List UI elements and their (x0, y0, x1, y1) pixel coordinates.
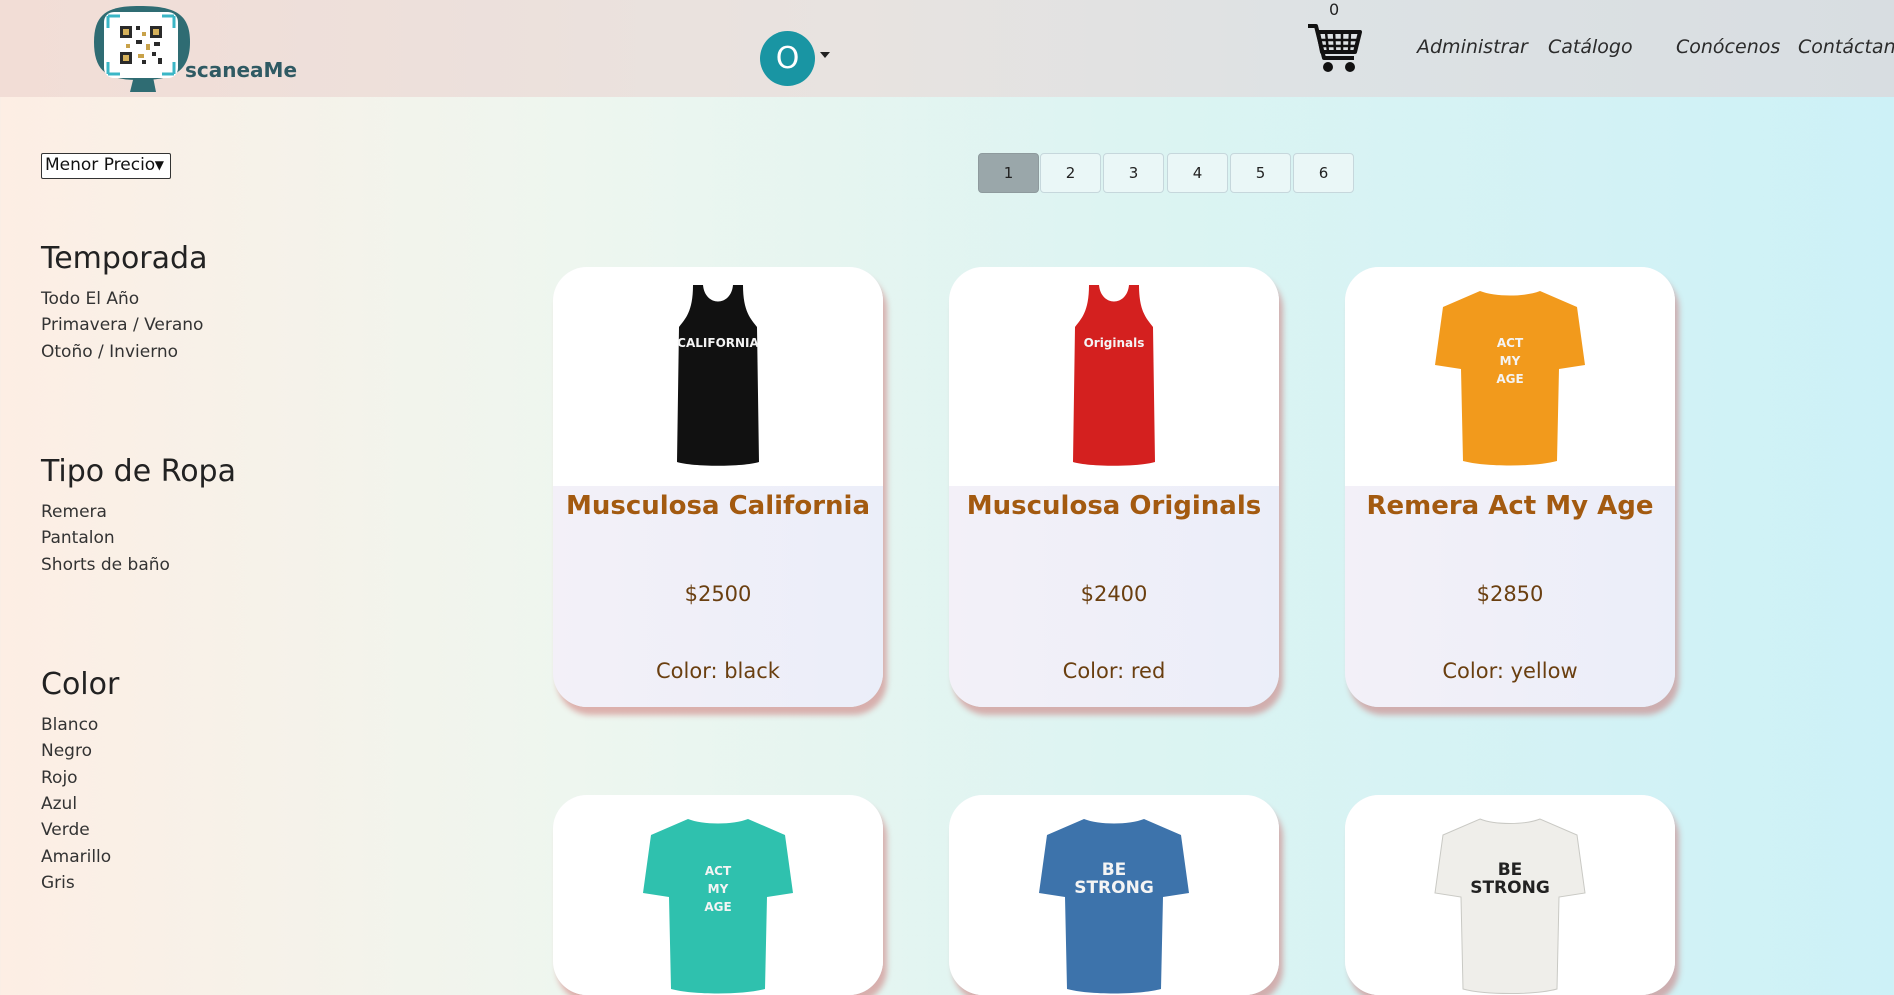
product-card[interactable]: BE STRONG (949, 795, 1279, 995)
product-card[interactable]: CALIFORNIA Musculosa California $2500 Co… (553, 267, 883, 707)
filter-item-todo-el-ano[interactable]: Todo El Año (41, 289, 139, 309)
product-image[interactable]: Originals (949, 267, 1279, 486)
garment-print-text: CALIFORNIA (677, 336, 759, 350)
page-button-1[interactable]: 1 (978, 153, 1039, 193)
garment-print-text: AGE (1496, 372, 1523, 386)
garment-print-text: AGE (704, 900, 731, 914)
product-price: $2500 (684, 582, 752, 606)
filter-item-remera[interactable]: Remera (41, 502, 107, 522)
product-title[interactable]: Musculosa Originals (949, 491, 1279, 521)
filter-item-otono-invierno[interactable]: Otoño / Invierno (41, 342, 178, 362)
filter-item-shorts-de-bano[interactable]: Shorts de baño (41, 555, 170, 575)
filter-title-tipo-de-ropa: Tipo de Ropa (41, 454, 236, 489)
garment-print-text: MY (708, 882, 729, 896)
product-image[interactable]: ACT MY AGE (553, 795, 883, 995)
page-button-3[interactable]: 3 (1103, 153, 1164, 193)
filter-item-primavera-verano[interactable]: Primavera / Verano (41, 315, 203, 335)
cart-count-badge: 0 (1329, 0, 1340, 19)
filter-item-azul[interactable]: Azul (41, 794, 77, 814)
nav-administrar[interactable]: Administrar (1417, 36, 1528, 58)
garment-print-text: ACT (705, 864, 732, 878)
garment-print-text: BE (1498, 860, 1523, 880)
brand-name: scaneaMe (185, 58, 298, 82)
garment-print-text: BE (1102, 860, 1127, 880)
page-button-5[interactable]: 5 (1230, 153, 1291, 193)
sort-select[interactable]: Menor Precio ▼ (41, 153, 171, 179)
top-navbar: scaneaMe O 0 Administrar Catálogo Conóce… (0, 0, 1894, 97)
garment-print-text: MY (1500, 354, 1521, 368)
filter-item-gris[interactable]: Gris (41, 873, 75, 893)
shopping-cart-icon[interactable] (1306, 20, 1364, 78)
filter-title-color: Color (41, 667, 120, 702)
product-card[interactable]: BE STRONG (1345, 795, 1675, 995)
garment-print-text: Originals (1084, 336, 1145, 350)
product-price: $2850 (1476, 582, 1544, 606)
filter-item-rojo[interactable]: Rojo (41, 768, 78, 788)
nav-conocenos[interactable]: Conócenos (1676, 36, 1780, 58)
page-button-2[interactable]: 2 (1040, 153, 1101, 193)
product-card[interactable]: ACT MY AGE (553, 795, 883, 995)
filter-title-temporada: Temporada (41, 241, 208, 276)
product-title[interactable]: Musculosa California (553, 491, 883, 521)
product-image[interactable]: BE STRONG (949, 795, 1279, 995)
product-title[interactable]: Remera Act My Age (1345, 491, 1675, 521)
garment-shape (1434, 818, 1586, 994)
page-button-6[interactable]: 6 (1293, 153, 1354, 193)
garment-shape (1073, 285, 1155, 466)
product-price: $2400 (1080, 582, 1148, 606)
page-button-4[interactable]: 4 (1167, 153, 1228, 193)
product-color: Color: black (656, 659, 780, 683)
filter-item-negro[interactable]: Negro (41, 741, 92, 761)
user-avatar[interactable]: O (760, 31, 815, 86)
product-color: Color: yellow (1442, 659, 1578, 683)
product-image[interactable]: BE STRONG (1345, 795, 1675, 995)
filter-item-verde[interactable]: Verde (41, 820, 90, 840)
nav-catalogo[interactable]: Catálogo (1548, 36, 1633, 58)
product-image[interactable]: CALIFORNIA (553, 267, 883, 486)
product-card[interactable]: Originals Musculosa Originals $2400 Colo… (949, 267, 1279, 707)
garment-print-text: STRONG (1074, 878, 1154, 898)
product-card[interactable]: ACT MY AGE Remera Act My Age $2850 Color: … (1345, 267, 1675, 707)
filter-item-amarillo[interactable]: Amarillo (41, 847, 111, 867)
garment-print-text: ACT (1497, 336, 1524, 350)
chevron-down-icon[interactable] (820, 52, 830, 58)
garment-shape (1039, 819, 1189, 994)
chevron-down-icon: ▼ (154, 158, 164, 172)
product-color: Color: red (1062, 659, 1166, 683)
nav-contactanos[interactable]: Contáctanos (1798, 36, 1894, 58)
product-image[interactable]: ACT MY AGE (1345, 267, 1675, 486)
logo-icon[interactable] (90, 2, 200, 94)
filter-item-blanco[interactable]: Blanco (41, 715, 98, 735)
garment-shape (677, 285, 759, 466)
sort-select-value: Menor Precio (45, 155, 156, 175)
filter-item-pantalon[interactable]: Pantalon (41, 528, 115, 548)
garment-print-text: STRONG (1470, 878, 1550, 898)
